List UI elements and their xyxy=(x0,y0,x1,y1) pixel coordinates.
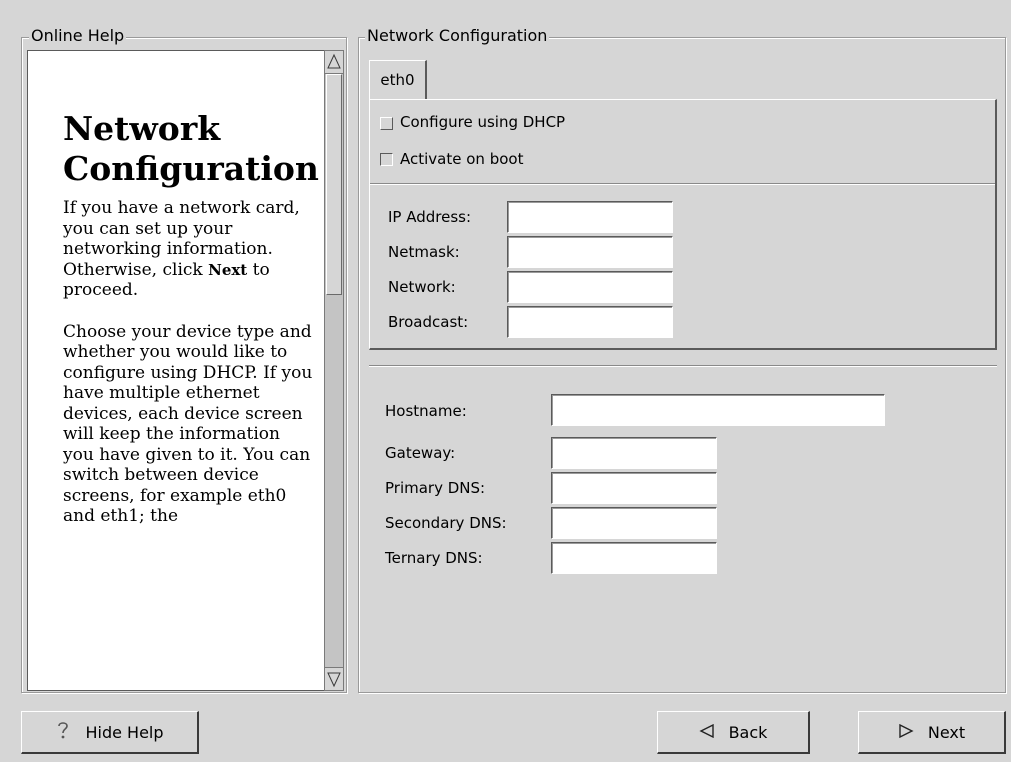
help-legend: Online Help xyxy=(29,26,127,45)
help-title: Network Configuration xyxy=(63,109,319,188)
secondary-dns-field[interactable] xyxy=(551,507,717,539)
network-label: Network: xyxy=(388,278,456,296)
back-label: Back xyxy=(728,722,768,742)
help-question-icon xyxy=(55,719,71,745)
network-legend: Network Configuration xyxy=(365,26,550,45)
device-tab-panel: Configure using DHCP Activate on boot IP… xyxy=(369,99,997,350)
ip-address-label: IP Address: xyxy=(388,208,472,226)
hide-help-label: Hide Help xyxy=(85,722,164,742)
help-content-view: Network Configuration If you have a netw… xyxy=(27,50,325,691)
tab-eth0[interactable]: eth0 xyxy=(369,60,427,101)
scroll-up-arrow[interactable] xyxy=(325,51,343,74)
ternary-dns-field[interactable] xyxy=(551,542,717,574)
activate-on-boot-checkbox[interactable] xyxy=(380,153,393,166)
right-triangle-icon xyxy=(898,723,914,742)
hostname-label: Hostname: xyxy=(385,402,467,420)
network-field[interactable] xyxy=(507,271,673,303)
next-label: Next xyxy=(927,722,966,742)
hostname-field[interactable] xyxy=(551,394,885,426)
primary-dns-field[interactable] xyxy=(551,472,717,504)
netmask-label: Netmask: xyxy=(388,243,460,261)
activate-on-boot-label: Activate on boot xyxy=(400,150,524,168)
broadcast-label: Broadcast: xyxy=(388,313,469,331)
left-triangle-icon xyxy=(699,723,715,742)
dhcp-checkbox[interactable] xyxy=(380,117,393,130)
broadcast-field[interactable] xyxy=(507,306,673,338)
ip-address-field[interactable] xyxy=(507,201,673,233)
down-arrow-icon xyxy=(327,672,341,688)
up-arrow-icon xyxy=(327,53,341,69)
back-button[interactable]: Back xyxy=(657,711,810,754)
scroll-thumb[interactable] xyxy=(326,74,342,295)
hide-help-button[interactable]: Hide Help xyxy=(21,711,199,754)
gateway-label: Gateway: xyxy=(385,444,456,462)
netmask-field[interactable] xyxy=(507,236,673,268)
ternary-dns-label: Ternary DNS: xyxy=(385,549,483,567)
tab-eth0-label: eth0 xyxy=(380,71,415,89)
gateway-field[interactable] xyxy=(551,437,717,469)
help-scrollbar[interactable] xyxy=(324,50,344,691)
secondary-dns-label: Secondary DNS: xyxy=(385,514,507,532)
scroll-down-arrow[interactable] xyxy=(325,667,343,690)
next-button[interactable]: Next xyxy=(858,711,1006,754)
help-paragraph-1: If you have a network card, you can set … xyxy=(63,198,300,300)
help-paragraph-2: Choose your device type and whether you … xyxy=(63,321,313,527)
dhcp-label: Configure using DHCP xyxy=(400,113,566,131)
primary-dns-label: Primary DNS: xyxy=(385,479,486,497)
